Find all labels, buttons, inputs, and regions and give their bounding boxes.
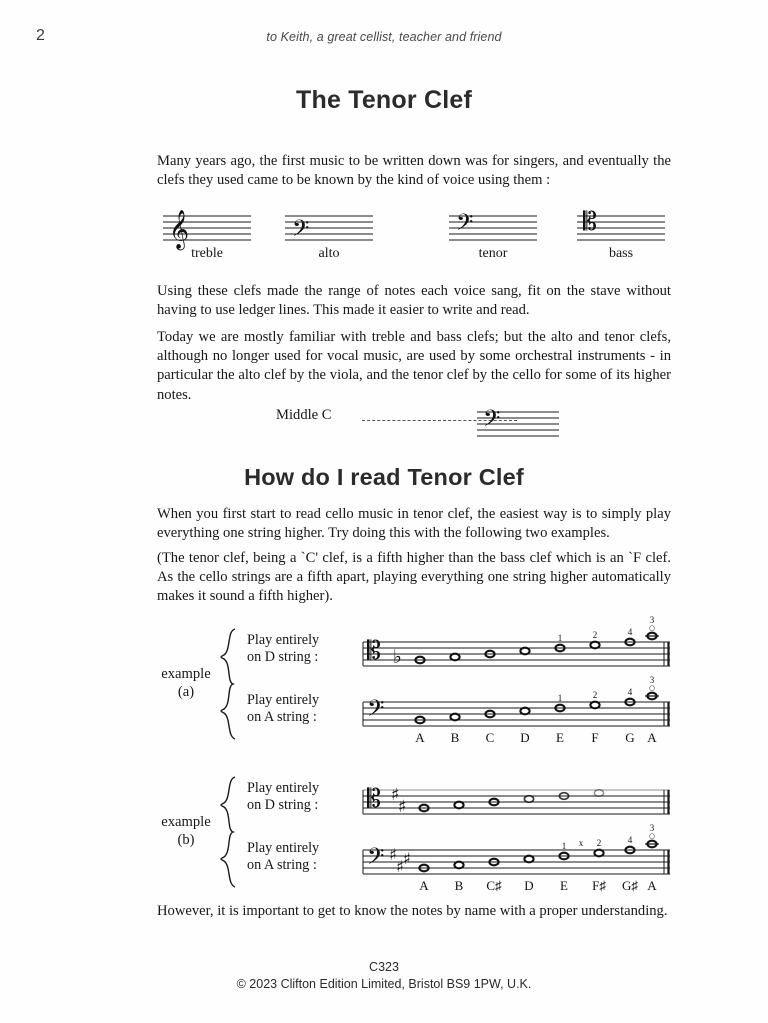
harmonic-circle-icon: ○ <box>649 832 655 840</box>
section-title-read: How do I read Tenor Clef <box>244 464 524 490</box>
svg-text:1: 1 <box>558 693 563 703</box>
paragraph-1: Many years ago, the first music to be wr… <box>157 153 671 189</box>
example-a-block: example (a) Play entirely on D string : … <box>157 615 671 748</box>
svg-text:E: E <box>560 878 568 893</box>
svg-text:G♯: G♯ <box>622 878 638 893</box>
svg-text:1: 1 <box>562 841 567 851</box>
example-a-stave-2: 𝄢 1 2 4 3 ○ A B C D E F G A <box>362 675 670 745</box>
bass-clef-icon: 𝄡 <box>367 784 381 813</box>
svg-text:A: A <box>647 878 657 893</box>
paragraph-5: (The tenor clef, being a `C' clef, is a … <box>157 550 671 605</box>
paragraph-4: When you first start to read cello music… <box>157 506 671 542</box>
fingering-numbers: 1 2 4 3 <box>558 615 655 643</box>
clef-caption: alto <box>318 246 340 261</box>
svg-text:D: D <box>524 878 533 893</box>
example-b-stave-2-instruction: Play entirely on A string : <box>247 840 320 873</box>
example-a-label: example <box>161 666 211 682</box>
clef-specimen-treble: 𝄞 treble <box>161 208 253 261</box>
example-a-brace <box>220 628 236 740</box>
clef-specimen-alto: 𝄢 alto <box>283 208 375 261</box>
svg-text:2: 2 <box>597 838 602 848</box>
clef-specimen-bass: 𝄡 bass <box>575 207 667 261</box>
svg-text:G: G <box>625 730 634 745</box>
example-b-label: example <box>161 814 211 830</box>
middle-c-tenor-staff: 𝄢 <box>477 406 559 437</box>
svg-text:B: B <box>451 730 460 745</box>
example-b-note-names: A B C♯ D E F♯ G♯ A <box>419 878 657 893</box>
paragraph-3: Today we are mostly familiar with treble… <box>157 329 671 403</box>
clef-caption: bass <box>608 246 634 261</box>
svg-text:4: 4 <box>628 687 633 697</box>
svg-text:E: E <box>556 730 564 745</box>
clef-specimen-tenor: 𝄢 tenor <box>447 208 539 261</box>
example-b-brace <box>220 776 236 888</box>
example-a-sublabel: (a) <box>177 684 195 700</box>
svg-text:2: 2 <box>593 630 598 640</box>
footer-code: C323 <box>369 960 399 974</box>
example-b-stave-1: 𝄡 ♯ ♯ <box>362 784 670 817</box>
svg-text:1: 1 <box>558 633 563 643</box>
document-page: 2 to Keith, a great cellist, teacher and… <box>0 0 768 1023</box>
svg-text:C♯: C♯ <box>486 878 501 893</box>
harmonic-circle-icon: ○ <box>649 624 655 632</box>
clef-caption: treble <box>191 246 223 261</box>
footer-copyright: © 2023 Clifton Edition Limited, Bristol … <box>236 977 532 991</box>
svg-text:D: D <box>520 730 529 745</box>
example-b-sublabel: (b) <box>177 832 195 848</box>
tenor-clef-icon: 𝄢 <box>456 210 473 241</box>
middle-c-label: Middle C <box>276 407 332 423</box>
bass-clef-icon: 𝄡 <box>367 636 381 665</box>
extra-mark-x: x <box>579 838 584 848</box>
example-a-stave-2-instruction: Play entirely on A string : <box>247 692 320 725</box>
svg-text:4: 4 <box>628 835 633 845</box>
dedication-line: to Keith, a great cellist, teacher and f… <box>266 30 502 44</box>
svg-text:♯: ♯ <box>403 849 411 868</box>
svg-text:F: F <box>591 730 598 745</box>
example-b-stave-1-instruction: Play entirely on D string : <box>247 780 320 813</box>
harmonic-circle-icon: ○ <box>649 684 655 692</box>
svg-text:2: 2 <box>593 690 598 700</box>
svg-text:♯: ♯ <box>398 797 406 817</box>
example-a-stave-1-instruction: Play entirely on D string : <box>247 632 320 665</box>
svg-text:A: A <box>647 730 657 745</box>
example-a-stave-1: 𝄡 ♭ 1 2 4 3 ○ <box>362 615 670 668</box>
example-b-stave-2: 𝄢 ♯ ♯ ♯ 1 2 4 3 x ○ A B C♯ D E F♯ G♯ A <box>362 823 670 893</box>
fingering-numbers: 1 2 4 3 <box>558 675 655 703</box>
paragraph-6: However, it is important to get to know … <box>157 903 668 919</box>
svg-text:B: B <box>455 878 464 893</box>
svg-text:F♯: F♯ <box>592 878 606 893</box>
bass-clef-icon: 𝄡 <box>583 207 597 236</box>
example-a-note-names: A B C D E F G A <box>415 730 657 745</box>
svg-text:A: A <box>419 878 429 893</box>
page-title: The Tenor Clef <box>296 86 472 114</box>
tenor-clef-icon: 𝄢 <box>483 406 500 437</box>
treble-clef-icon: 𝄞 <box>169 210 189 251</box>
svg-text:C: C <box>486 730 495 745</box>
clef-specimen-row: 𝄞 treble 𝄢 alto 𝄢 tenor 𝄡 bass <box>157 207 671 270</box>
fingering-numbers: 1 2 4 3 <box>562 823 655 851</box>
tenor-clef-icon: 𝄢 <box>367 844 384 875</box>
alto-clef-icon: 𝄢 <box>292 216 309 247</box>
svg-text:A: A <box>415 730 425 745</box>
key-signature-flat: ♭ <box>393 646 402 668</box>
tenor-clef-icon: 𝄢 <box>367 696 384 727</box>
clef-caption: tenor <box>478 246 508 261</box>
middle-c-diagram: Middle C 𝄢 <box>157 404 671 448</box>
example-b-block: example (b) Play entirely on D string : … <box>157 770 671 896</box>
svg-text:4: 4 <box>628 627 633 637</box>
paragraph-2: Using these clefs made the range of note… <box>157 283 671 319</box>
